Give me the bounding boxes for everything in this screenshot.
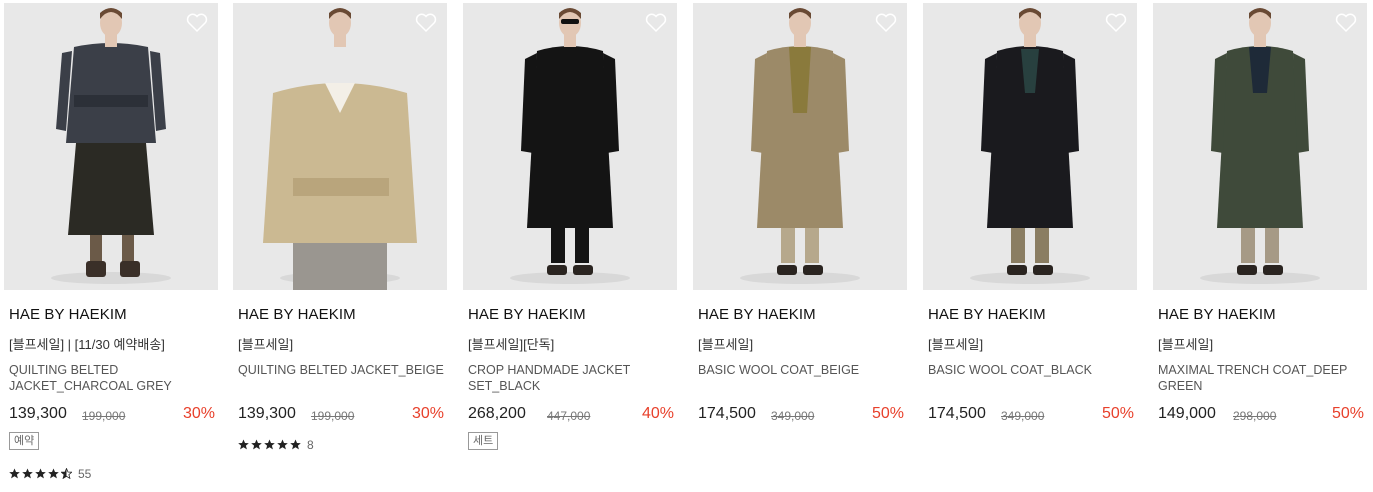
star-half-icon (61, 468, 72, 480)
price-row: 174,500 349,000 50% (698, 405, 904, 427)
rating: 55 (9, 465, 92, 481)
star-icon (35, 468, 46, 479)
product-photo-figure (693, 3, 907, 290)
product-name[interactable]: BASIC WOOL COAT_BLACK (928, 362, 1134, 378)
product-photo-figure (923, 3, 1137, 290)
review-count: 8 (307, 437, 314, 452)
product-name[interactable]: BASIC WOOL COAT_BEIGE (698, 362, 904, 378)
heart-outline-icon[interactable] (186, 13, 208, 33)
discount-rate: 30% (182, 405, 215, 422)
product-card[interactable]: HAE BY HAEKIM [블프세일][단독] CROP HANDMADE JAC… (463, 3, 677, 488)
product-card[interactable]: HAE BY HAEKIM [블프세일] MAXIMAL TRENCH COAT_D… (1153, 3, 1367, 488)
product-card[interactable]: HAE BY HAEKIM [블프세일] BASIC WOOL COAT_BEIGE… (693, 3, 907, 488)
heart-outline-icon[interactable] (1335, 13, 1357, 33)
product-image[interactable] (693, 3, 907, 290)
original-price: 199,000 (311, 409, 355, 423)
discount-rate: 40% (641, 405, 674, 422)
original-price: 298,000 (1233, 409, 1277, 423)
promo-tag: [블프세일] (698, 337, 754, 352)
brand-name[interactable]: HAE BY HAEKIM (238, 306, 356, 323)
star-icon (251, 439, 262, 450)
original-price: 447,000 (547, 409, 591, 423)
original-price: 349,000 (771, 409, 815, 423)
product-name[interactable]: CROP HANDMADE JACKET SET_BLACK (468, 362, 674, 394)
star-icon (9, 468, 20, 479)
product-grid: HAE BY HAEKIM [블프세일] | [11/30 예약배송] QUILTI… (0, 0, 1373, 492)
sale-price: 139,300 (9, 405, 67, 422)
sale-price: 174,500 (698, 405, 756, 422)
discount-rate: 50% (1101, 405, 1134, 422)
product-image[interactable] (233, 3, 447, 290)
product-image[interactable] (463, 3, 677, 290)
star-icon (290, 439, 301, 450)
promo-tag: [블프세일] (928, 337, 984, 352)
product-card[interactable]: HAE BY HAEKIM [블프세일] | [11/30 예약배송] QUILTI… (4, 3, 218, 488)
brand-name[interactable]: HAE BY HAEKIM (698, 306, 816, 323)
product-image[interactable] (923, 3, 1137, 290)
heart-outline-icon[interactable] (645, 13, 667, 33)
product-image[interactable] (4, 3, 218, 290)
star-icon (238, 439, 249, 450)
discount-rate: 50% (871, 405, 904, 422)
brand-name[interactable]: HAE BY HAEKIM (928, 306, 1046, 323)
product-name[interactable]: QUILTING BELTED JACKET_CHARCOAL GREY (9, 362, 215, 394)
promo-tag: [블프세일] (238, 337, 294, 352)
promo-tag: [블프세일][단독] (468, 337, 555, 352)
product-badge: 세트 (468, 432, 499, 450)
star-icon (277, 439, 288, 450)
original-price: 199,000 (82, 409, 126, 423)
price-row: 268,200 447,000 40% (468, 405, 674, 427)
product-card[interactable]: HAE BY HAEKIM [블프세일] BASIC WOOL COAT_BLACK… (923, 3, 1137, 488)
rating: 8 (238, 436, 314, 452)
product-photo-figure (463, 3, 677, 290)
product-photo-figure (233, 3, 447, 290)
sale-price: 139,300 (238, 405, 296, 422)
brand-name[interactable]: HAE BY HAEKIM (1158, 306, 1276, 323)
product-photo-figure (4, 3, 218, 290)
promo-tag: [블프세일] | [11/30 예약배송] (9, 337, 165, 352)
star-icon (264, 439, 275, 450)
original-price: 349,000 (1001, 409, 1045, 423)
star-icon (48, 468, 59, 479)
sale-price: 149,000 (1158, 405, 1216, 422)
discount-rate: 50% (1331, 405, 1364, 422)
product-name[interactable]: MAXIMAL TRENCH COAT_DEEP GREEN (1158, 362, 1364, 394)
product-badge: 예약 (9, 432, 40, 450)
sale-price: 174,500 (928, 405, 986, 422)
product-image[interactable] (1153, 3, 1367, 290)
price-row: 139,300 199,000 30% (238, 405, 444, 427)
star-icon (22, 468, 33, 479)
brand-name[interactable]: HAE BY HAEKIM (9, 306, 127, 323)
sale-price: 268,200 (468, 405, 526, 422)
product-card[interactable]: HAE BY HAEKIM [블프세일] QUILTING BELTED JACKE… (233, 3, 447, 488)
heart-outline-icon[interactable] (1105, 13, 1127, 33)
promo-tag: [블프세일] (1158, 337, 1214, 352)
product-name[interactable]: QUILTING BELTED JACKET_BEIGE (238, 362, 444, 378)
heart-outline-icon[interactable] (875, 13, 897, 33)
brand-name[interactable]: HAE BY HAEKIM (468, 306, 586, 323)
price-row: 149,000 298,000 50% (1158, 405, 1364, 427)
review-count: 55 (78, 466, 92, 481)
discount-rate: 30% (411, 405, 444, 422)
product-photo-figure (1153, 3, 1367, 290)
heart-outline-icon[interactable] (415, 13, 437, 33)
price-row: 174,500 349,000 50% (928, 405, 1134, 427)
price-row: 139,300 199,000 30% (9, 405, 215, 427)
